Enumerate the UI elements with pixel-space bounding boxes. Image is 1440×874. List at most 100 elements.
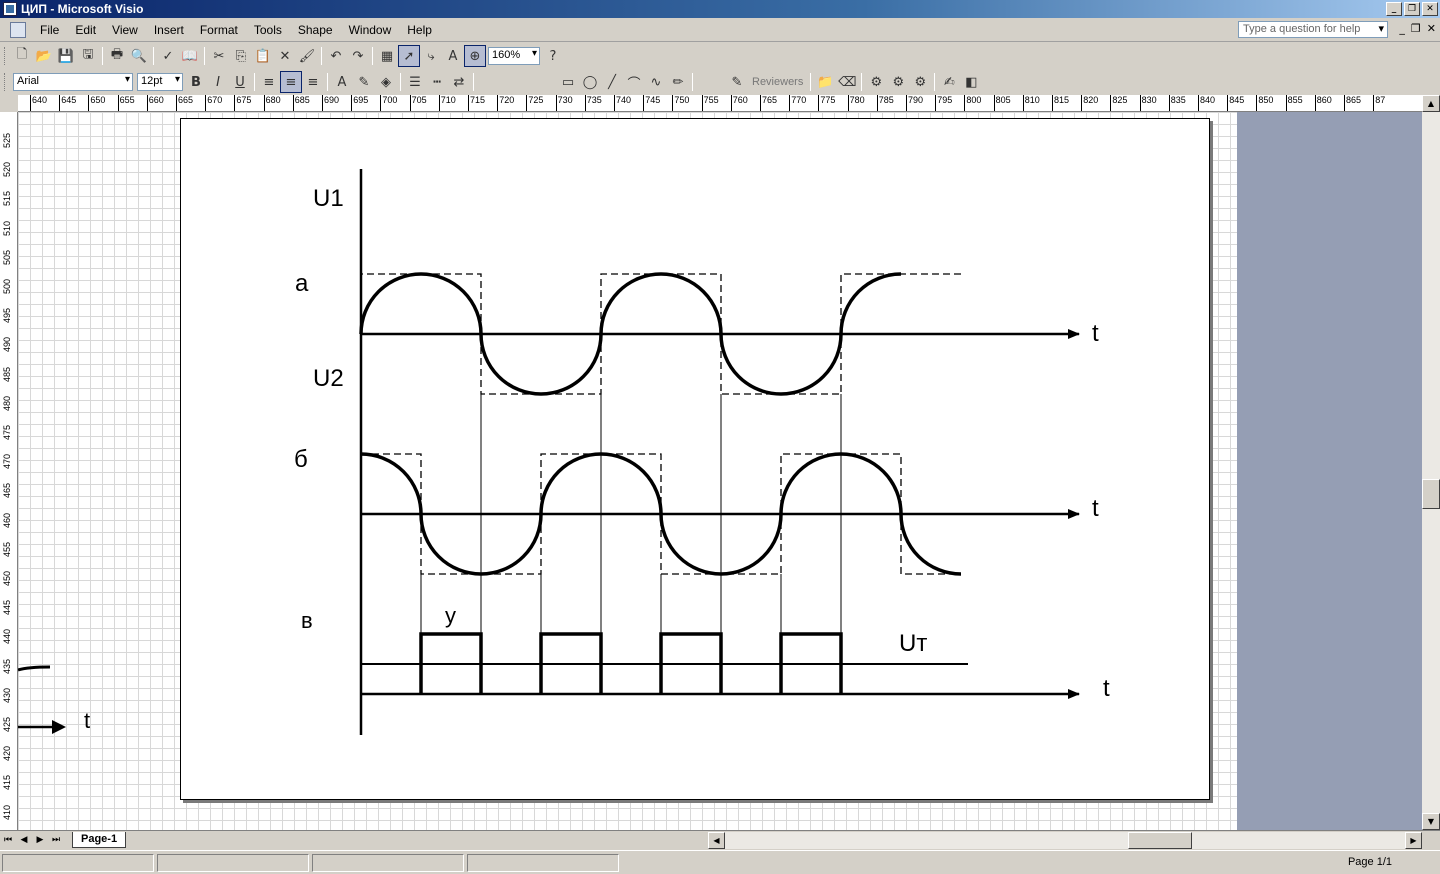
help-icon[interactable]: ? [542, 45, 564, 67]
first-page-icon[interactable]: ⏮ [0, 835, 16, 845]
research-icon[interactable]: 📖 [179, 45, 201, 67]
ruler-corner[interactable] [0, 95, 18, 112]
menu-shape[interactable]: Shape [290, 23, 341, 37]
fill-color-icon[interactable]: ◈ [375, 71, 397, 93]
ruler-tick-label: 430 [2, 687, 12, 703]
font-size-select[interactable]: 12pt [137, 73, 183, 91]
scroll-up-icon[interactable]: ▲ [1422, 95, 1440, 112]
projection-lines [420, 394, 842, 694]
standard-toolbar: 🗋 📂 💾 🖫 🖶 🔍 ✓ 📖 ✂ ⎘ 📋 ✕ 🖌 ↶ ↷ ▦ ➚ ⤷ A ⊕ … [0, 43, 1440, 69]
print-preview-icon[interactable]: 🔍 [128, 45, 150, 67]
menu-tools[interactable]: Tools [246, 23, 290, 37]
scroll-down-icon[interactable]: ▼ [1422, 813, 1440, 830]
toolbar-grip-2[interactable] [4, 73, 7, 91]
menu-format[interactable]: Format [192, 23, 246, 37]
rectangle-tool-icon[interactable]: ▭ [557, 71, 579, 93]
menu-help[interactable]: Help [399, 23, 440, 37]
menu-window[interactable]: Window [341, 23, 400, 37]
connector-tool-icon[interactable]: ⤷ [420, 45, 442, 67]
align-right-icon[interactable]: ≡ [302, 71, 324, 93]
vertical-scroll-thumb[interactable] [1422, 479, 1440, 509]
underline-button[interactable]: U [229, 71, 251, 93]
line-pattern-icon[interactable]: ┅ [426, 71, 448, 93]
next-markup-icon[interactable]: ⚙ [887, 71, 909, 93]
font-select[interactable]: Arial [13, 73, 133, 91]
font-color-icon[interactable]: A [331, 71, 353, 93]
drawing-canvas[interactable]: t U1 а U2 б в у Uт t t t [18, 112, 1422, 830]
ruler-tick-label: 840 [1197, 95, 1216, 111]
line-weight-icon[interactable]: ☰ [404, 71, 426, 93]
print-icon[interactable]: 🖶 [106, 45, 128, 67]
offpage-curve[interactable] [18, 665, 51, 672]
shapes-icon[interactable]: ▦ [376, 45, 398, 67]
align-center-icon[interactable]: ≡ [280, 71, 302, 93]
help-search-box[interactable]: Type a question for help [1238, 21, 1388, 38]
comment-icon[interactable]: ✍ [938, 71, 960, 93]
scroll-right-icon[interactable]: ▶ [1405, 832, 1422, 849]
minimize-button[interactable]: _ [1386, 2, 1402, 16]
open-icon[interactable]: 📂 [33, 45, 55, 67]
italic-button[interactable]: I [207, 71, 229, 93]
zoom-select[interactable]: 160% [488, 47, 540, 65]
markup-icon[interactable]: ✎ [726, 71, 748, 93]
ruler-tick-label: 765 [759, 95, 778, 111]
connection-point-icon[interactable]: ⊕ [464, 45, 486, 67]
visio-app-icon[interactable] [3, 2, 17, 16]
format-painter-icon[interactable]: 🖌 [296, 45, 318, 67]
horizontal-scroll-thumb[interactable] [1128, 832, 1192, 849]
scroll-left-icon[interactable]: ◀ [708, 832, 725, 849]
ellipse-tool-icon[interactable]: ◯ [579, 71, 601, 93]
arc-tool-icon[interactable]: ⌒ [623, 71, 645, 93]
u1-label: U1 [313, 185, 344, 212]
document-icon[interactable] [10, 21, 26, 38]
new-icon[interactable]: 🗋 [11, 45, 33, 67]
delete-markup-icon[interactable]: ⚙ [909, 71, 931, 93]
doc-minimize-button[interactable]: _ [1399, 22, 1405, 35]
text-tool-icon[interactable]: A [442, 45, 464, 67]
ruler-tick-label: 690 [321, 95, 340, 111]
doc-restore-button[interactable]: ❐ [1411, 22, 1421, 35]
line-tool-icon[interactable]: ╱ [601, 71, 623, 93]
permission-icon[interactable]: 🖫 [77, 45, 99, 67]
horizontal-ruler[interactable]: 640 645 650 655 660 665 670 675 680 685 690 695 700 7… [18, 95, 1422, 112]
freeform-tool-icon[interactable]: ∿ [645, 71, 667, 93]
redo-icon[interactable]: ↷ [347, 45, 369, 67]
ruler-tick-label: 685 [292, 95, 310, 111]
menu-insert[interactable]: Insert [146, 23, 192, 37]
folder-icon[interactable]: 📁 [814, 71, 836, 93]
align-left-icon[interactable]: ≡ [258, 71, 280, 93]
ink-eraser-icon[interactable]: ⌫ [836, 71, 858, 93]
menu-edit[interactable]: Edit [67, 23, 104, 37]
close-button[interactable]: ✕ [1422, 2, 1438, 16]
pencil-tool-icon[interactable]: ✏ [667, 71, 689, 93]
menu-view[interactable]: View [104, 23, 146, 37]
delete-icon[interactable]: ✕ [274, 45, 296, 67]
menu-file[interactable]: File [32, 23, 67, 37]
reviewers-dropdown[interactable]: Reviewers [748, 76, 807, 88]
previous-markup-icon[interactable]: ⚙ [865, 71, 887, 93]
last-page-icon[interactable]: ⏭ [48, 835, 64, 845]
bold-button[interactable]: B [185, 71, 207, 93]
prev-page-icon[interactable]: ◀ [16, 835, 32, 845]
task-pane-icon[interactable]: ◧ [960, 71, 982, 93]
toolbar-grip[interactable] [4, 47, 7, 65]
doc-close-button[interactable]: ✕ [1427, 22, 1436, 35]
line-ends-icon[interactable]: ⇄ [448, 71, 470, 93]
vertical-scrollbar[interactable]: ▲ ▼ [1422, 95, 1440, 830]
pointer-tool-icon[interactable]: ➚ [398, 45, 420, 67]
horizontal-scrollbar[interactable]: ◀ ▶ [708, 832, 1422, 849]
drawing-page[interactable]: U1 а U2 б в у Uт t t t [180, 118, 1210, 800]
label-y: у [445, 603, 456, 628]
ruler-tick-label: 705 [409, 95, 427, 111]
line-color-icon[interactable]: ✎ [353, 71, 375, 93]
cut-icon[interactable]: ✂ [208, 45, 230, 67]
undo-icon[interactable]: ↶ [325, 45, 347, 67]
paste-icon[interactable]: 📋 [252, 45, 274, 67]
save-icon[interactable]: 💾 [55, 45, 77, 67]
spelling-icon[interactable]: ✓ [157, 45, 179, 67]
next-page-icon[interactable]: ▶ [32, 835, 48, 845]
copy-icon[interactable]: ⎘ [230, 45, 252, 67]
restore-button[interactable]: ❐ [1404, 2, 1420, 16]
tab-page-1[interactable]: Page-1 [72, 832, 127, 848]
vertical-ruler[interactable]: 525 520 515 510 505 500 495 490 485 480 475 470 465 4… [0, 112, 18, 830]
